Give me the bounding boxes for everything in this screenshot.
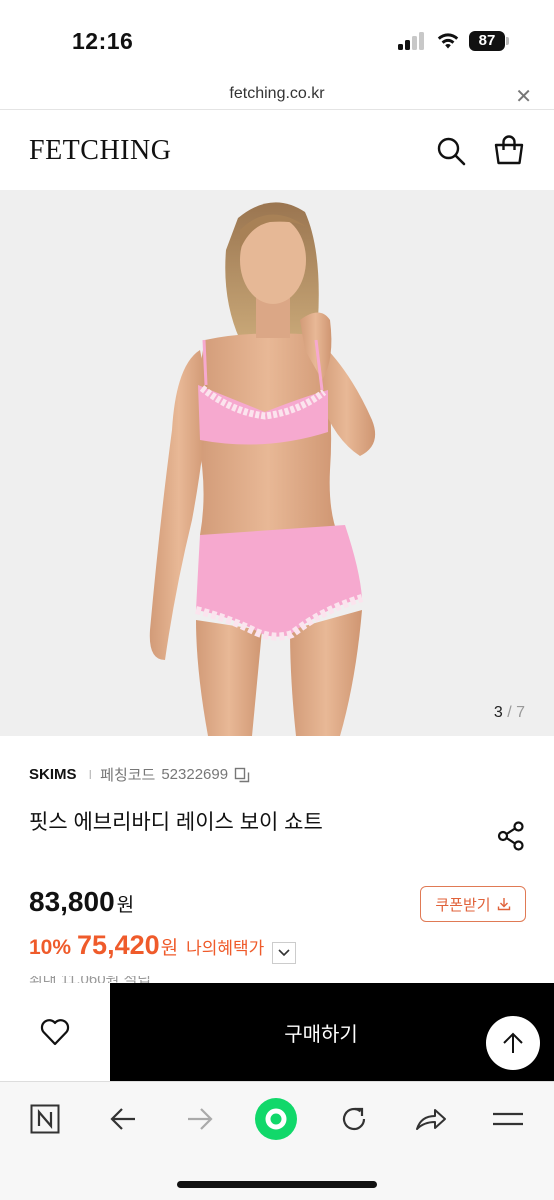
menu-icon <box>493 1112 523 1126</box>
forward-button[interactable] <box>182 1101 218 1137</box>
arrow-up-icon <box>503 1032 523 1053</box>
sale-price: 75,420 <box>77 930 160 960</box>
search-icon[interactable] <box>435 135 467 167</box>
chevron-down-icon <box>278 949 290 957</box>
battery-tip <box>506 37 509 45</box>
coupon-button-label: 쿠폰받기 <box>435 896 491 914</box>
forward-arrow-icon <box>188 1108 213 1130</box>
share-page-button[interactable] <box>413 1101 449 1137</box>
sale-currency-unit: 원 <box>160 938 179 959</box>
url-text[interactable]: fetching.co.kr <box>0 85 554 103</box>
green-home-button[interactable] <box>254 1097 298 1141</box>
back-arrow-icon <box>110 1108 135 1130</box>
coupon-button[interactable]: 쿠폰받기 <box>420 886 526 922</box>
naver-home-button[interactable] <box>27 1101 63 1137</box>
reload-icon <box>342 1107 366 1131</box>
original-price: 83,800 <box>29 886 115 917</box>
site-logo[interactable]: FETCHING <box>29 135 171 167</box>
divider: I <box>88 767 93 782</box>
url-bar[interactable]: fetching.co.kr ✕ <box>0 80 554 110</box>
scroll-to-top-button[interactable] <box>486 1016 540 1070</box>
shopping-bag-icon[interactable] <box>493 134 525 166</box>
purchase-bar: 구매하기 <box>0 983 554 1081</box>
image-counter-separator: / <box>502 704 517 721</box>
discount-percent: 10% <box>29 936 72 959</box>
image-counter-current: 3 <box>493 704 503 721</box>
image-counter: 3 / 7 <box>494 704 525 722</box>
image-counter-total: 7 <box>516 704 525 721</box>
heart-icon <box>40 1019 70 1046</box>
product-name: 핏스 에브리바디 레이스 보이 쇼트 <box>29 811 323 834</box>
status-bar: 12:16 87 <box>0 0 554 80</box>
brand-name[interactable]: SKIMS <box>29 766 77 783</box>
download-icon <box>497 898 510 911</box>
reload-button[interactable] <box>336 1101 372 1137</box>
status-time: 12:16 <box>72 28 134 54</box>
back-button[interactable] <box>105 1101 141 1137</box>
green-home-icon <box>255 1098 297 1140</box>
battery-indicator: 87 <box>469 31 505 51</box>
share-arrow-icon <box>416 1109 446 1130</box>
product-photo <box>0 190 554 736</box>
wifi-icon <box>437 33 459 49</box>
benefit-toggle[interactable] <box>272 942 297 964</box>
close-icon[interactable]: ✕ <box>515 84 532 109</box>
site-header: FETCHING <box>0 111 554 189</box>
brand-row: SKIMS I 페칭코드 52322699 <box>29 764 250 785</box>
menu-button[interactable] <box>490 1101 526 1137</box>
cellular-signal-icon <box>398 32 426 50</box>
my-benefit-label[interactable]: 나의혜택가 <box>186 934 264 959</box>
product-code-label: 페칭코드 <box>100 767 156 784</box>
naver-n-icon <box>30 1104 60 1134</box>
wishlist-button[interactable] <box>0 983 110 1081</box>
copy-icon[interactable] <box>234 767 250 783</box>
share-icon[interactable] <box>497 821 525 851</box>
home-indicator <box>177 1181 377 1188</box>
currency-unit: 원 <box>116 895 135 916</box>
sale-price-row: 10% 75,420 원 나의혜택가 <box>29 930 297 964</box>
product-code-value: 52322699 <box>161 766 229 783</box>
product-image[interactable]: 3 / 7 <box>0 190 554 736</box>
price-row: 83,800 원 <box>29 886 134 918</box>
